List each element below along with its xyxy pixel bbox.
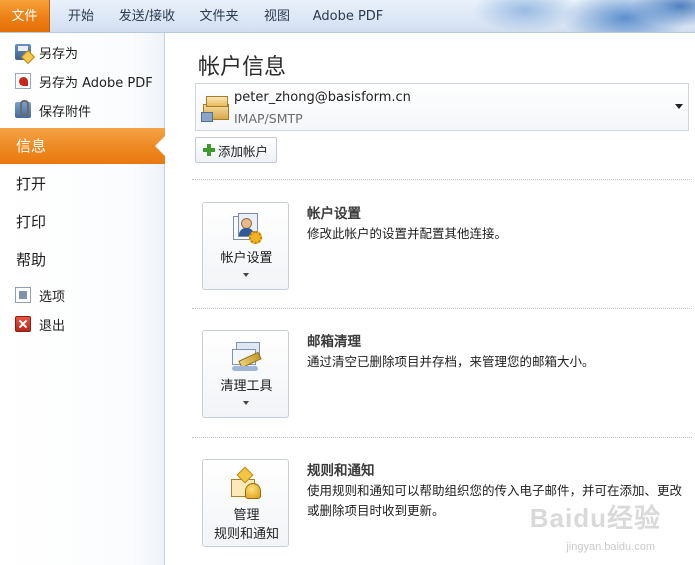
section-description: 通过清空已删除项目并存档，来管理您的邮箱大小。 (307, 354, 595, 369)
options-icon (15, 287, 31, 303)
dropdown-arrow-icon (243, 401, 249, 405)
exit-icon (15, 316, 31, 332)
exit-command[interactable]: 退出 (0, 310, 165, 338)
exit-label: 退出 (39, 318, 66, 334)
manage-rules-button-label-line2: 规则和通知 (213, 527, 279, 542)
add-account-label: 添加帐户 (218, 143, 269, 159)
attachment-icon (15, 100, 31, 118)
save-as-pdf-command[interactable]: 另存为 Adobe PDF (0, 67, 165, 95)
section-title: 邮箱清理 (307, 334, 361, 350)
save-as-icon (15, 44, 31, 60)
save-as-command[interactable]: 另存为 (0, 38, 165, 66)
account-info-pane: 帐户信息 peter_zhong@basisform.cn IMAP/SMTP … (166, 33, 695, 565)
tab-adobe-pdf[interactable]: Adobe PDF (306, 0, 390, 32)
tab-folder[interactable]: 文件夹 (190, 0, 248, 32)
account-settings-icon (229, 212, 263, 246)
manage-rules-button-label-line1: 管理 (233, 508, 260, 523)
section-divider (192, 308, 692, 309)
nav-help[interactable]: 帮助 (0, 242, 165, 278)
account-email: peter_zhong@basisform.cn (234, 90, 411, 105)
section-title: 帐户设置 (307, 206, 361, 222)
ribbon-tab-bar: 文件 开始 发送/接收 文件夹 视图 Adobe PDF (0, 0, 695, 33)
account-type: IMAP/SMTP (234, 111, 303, 126)
nav-info[interactable]: 信息 (0, 128, 166, 164)
backstage-nav: 另存为 另存为 Adobe PDF 保存附件 信息 打开 打印 帮助 选项 退出 (0, 33, 166, 565)
section-divider (192, 437, 692, 438)
tab-home[interactable]: 开始 (58, 0, 104, 32)
save-as-pdf-label: 另存为 Adobe PDF (39, 75, 153, 91)
options-label: 选项 (39, 289, 66, 305)
save-attachments-label: 保存附件 (39, 104, 92, 120)
page-title: 帐户信息 (198, 55, 287, 80)
ribbon-background-art (395, 0, 695, 32)
dropdown-arrow-icon (243, 273, 249, 277)
options-command[interactable]: 选项 (0, 281, 165, 309)
cleanup-tools-button-label: 清理工具 (220, 379, 273, 394)
nav-print[interactable]: 打印 (0, 204, 165, 240)
account-settings-button-label: 帐户设置 (220, 251, 273, 266)
plus-icon (203, 144, 215, 156)
cleanup-tools-button[interactable]: 清理工具 (202, 330, 289, 418)
nav-open[interactable]: 打开 (0, 166, 165, 202)
cleanup-tools-icon (229, 340, 263, 374)
manage-rules-alerts-button[interactable]: 管理 规则和通知 (202, 459, 289, 547)
add-account-button[interactable]: 添加帐户 (195, 137, 277, 163)
section-title: 规则和通知 (307, 463, 375, 479)
watermark-url: jingyan.baidu.com (566, 541, 655, 553)
account-settings-button[interactable]: 帐户设置 (202, 202, 289, 290)
tab-send-receive[interactable]: 发送/接收 (110, 0, 184, 32)
chevron-down-icon[interactable] (675, 104, 683, 109)
save-as-label: 另存为 (39, 46, 79, 62)
pdf-icon (15, 73, 31, 89)
tab-file[interactable]: 文件 (0, 0, 50, 32)
account-selector[interactable]: peter_zhong@basisform.cn IMAP/SMTP (195, 83, 689, 131)
section-divider (192, 179, 692, 180)
rules-alerts-icon (229, 466, 263, 503)
save-attachments-command[interactable]: 保存附件 (0, 96, 165, 124)
watermark: Baidu经验 (529, 503, 661, 533)
section-description: 修改此帐户的设置并配置其他连接。 (307, 226, 508, 241)
tab-view[interactable]: 视图 (254, 0, 300, 32)
account-icon (201, 92, 231, 122)
